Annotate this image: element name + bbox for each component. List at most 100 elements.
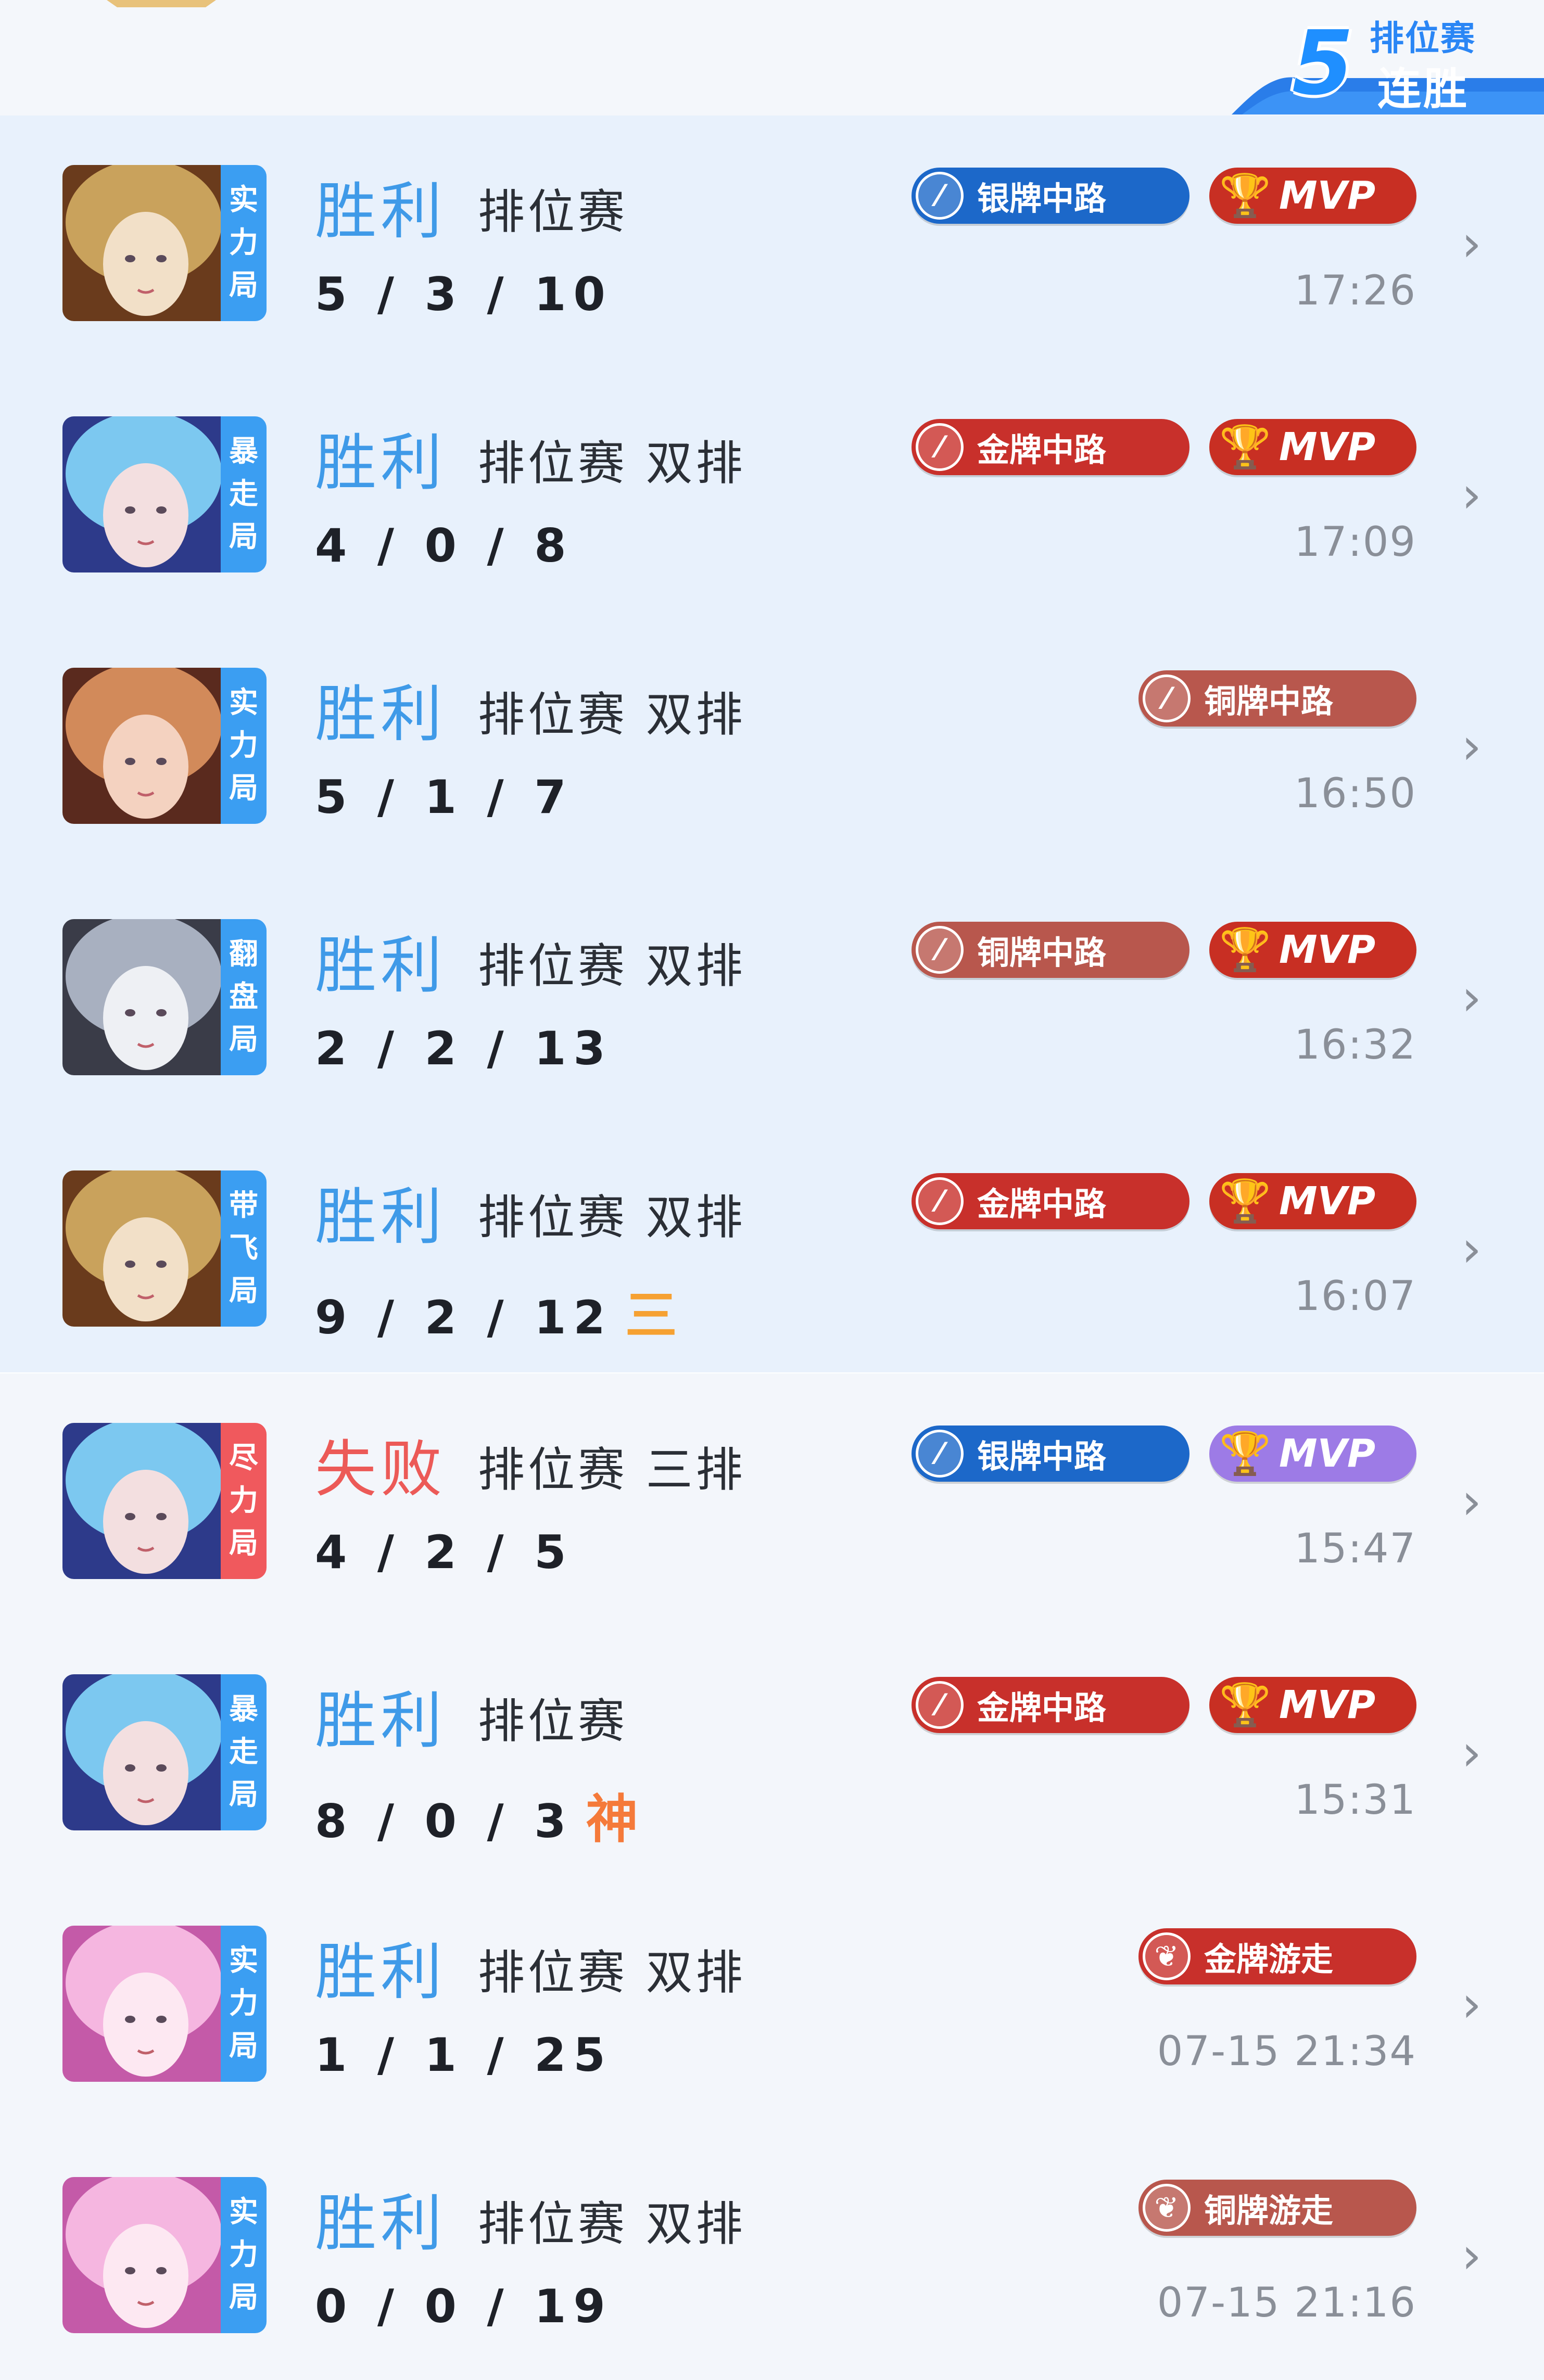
match-row[interactable]: 暴走局 胜利 排位赛 8 / 0 / 3 神 ⁄ 金牌中路 🏆 MVP 15:31 › xyxy=(0,1625,1544,1876)
match-tag-char: 局 xyxy=(229,520,258,554)
kda-value: 4 / 0 / 8 xyxy=(315,519,574,572)
match-time: 16:50 xyxy=(1294,770,1416,817)
match-tag-char: 局 xyxy=(229,1274,258,1308)
match-mode: 排位赛 双排 xyxy=(478,1945,746,2000)
hero-avatar: 实力局 xyxy=(62,2177,267,2333)
match-kda: 4 / 0 / 8 xyxy=(315,519,574,572)
match-time: 07-15 21:34 xyxy=(1157,2028,1416,2075)
match-badges: ⁄ 铜牌中路 🏆 MVP xyxy=(912,922,1416,978)
hero-portrait xyxy=(62,165,225,321)
match-badges: ⁄ 金牌中路 🏆 MVP xyxy=(912,1173,1416,1229)
match-result: 失败 xyxy=(315,1433,447,1505)
chevron-right-icon[interactable]: › xyxy=(1462,1220,1482,1278)
chevron-right-icon[interactable]: › xyxy=(1462,214,1482,273)
match-row[interactable]: 尽力局 失败 排位赛 三排 4 / 2 / 5 ⁄ 银牌中路 🏆 MVP 15:47 › xyxy=(0,1373,1544,1625)
match-kda: 8 / 0 / 3神 xyxy=(315,1777,638,1852)
chevron-right-icon[interactable]: › xyxy=(1462,466,1482,524)
chevron-right-icon[interactable]: › xyxy=(1462,1724,1482,1782)
match-tag-char: 局 xyxy=(229,1778,258,1812)
streak-label-type: 排位赛 xyxy=(1370,18,1476,58)
match-result: 胜利 xyxy=(315,930,447,1001)
lane-badge-label: 银牌中路 xyxy=(977,180,1107,218)
match-badges: ⁄ 金牌中路 🏆 MVP xyxy=(912,1677,1416,1733)
trophy-icon: 🏆 xyxy=(1219,1177,1271,1225)
match-mode: 排位赛 双排 xyxy=(478,688,746,742)
trophy-icon: 🏆 xyxy=(1219,925,1271,974)
match-tag-char: 带 xyxy=(229,1189,258,1223)
match-kda: 1 / 1 / 25 xyxy=(315,2028,613,2082)
match-badges: ⁄ 银牌中路 🏆 MVP xyxy=(912,168,1416,224)
trophy-icon: 🏆 xyxy=(1219,1681,1271,1729)
streak-label-text: 连胜 xyxy=(1377,63,1470,114)
chevron-right-icon[interactable]: › xyxy=(1462,717,1482,775)
kda-value: 4 / 2 / 5 xyxy=(315,1525,574,1579)
kda-value: 8 / 0 / 3 xyxy=(315,1794,574,1848)
lane-badge: ⁄ 银牌中路 xyxy=(912,1426,1189,1482)
mvp-badge: 🏆 MVP xyxy=(1209,1173,1416,1229)
mid-lane-icon: ⁄ xyxy=(916,172,964,220)
match-badges: ❦ 铜牌游走 xyxy=(1138,2180,1416,2236)
match-mode: 排位赛 双排 xyxy=(478,436,746,491)
match-kda: 5 / 3 / 10 xyxy=(315,268,613,321)
hero-portrait xyxy=(62,919,225,1075)
kda-badge: 三 xyxy=(625,1285,677,1346)
lane-badge-label: 金牌中路 xyxy=(977,1689,1107,1727)
match-badges: ⁄ 金牌中路 🏆 MVP xyxy=(912,419,1416,475)
kda-value: 1 / 1 / 25 xyxy=(315,2028,613,2082)
match-tag: 暴走局 xyxy=(221,416,267,572)
match-mode: 排位赛 三排 xyxy=(478,1443,746,1497)
match-tag-char: 力 xyxy=(229,2238,258,2272)
trophy-icon: 🏆 xyxy=(1219,171,1271,220)
match-kda: 9 / 2 / 12 三 xyxy=(315,1273,677,1348)
match-tag-char: 实 xyxy=(229,686,258,720)
match-result: 胜利 xyxy=(315,678,447,750)
match-row[interactable]: 实力局 胜利 排位赛 双排 0 / 0 / 19 ❦ 铜牌游走 07-15 21:16 › xyxy=(0,2128,1544,2379)
chevron-right-icon[interactable]: › xyxy=(1462,1472,1482,1531)
match-result: 胜利 xyxy=(315,1181,447,1253)
match-tag-char: 局 xyxy=(229,1023,258,1057)
mvp-badge: 🏆 MVP xyxy=(1209,419,1416,475)
match-time: 17:26 xyxy=(1294,268,1416,314)
lane-badge-label: 铜牌游走 xyxy=(1204,2192,1334,2230)
hero-avatar: 带飞局 xyxy=(62,1170,267,1327)
match-row[interactable]: 实力局 胜利 排位赛 双排 1 / 1 / 25 ❦ 金牌游走 07-15 21:34 › xyxy=(0,1876,1544,2128)
chevron-right-icon[interactable]: › xyxy=(1462,1975,1482,2033)
match-tag-char: 飞 xyxy=(229,1231,258,1265)
mvp-badge: 🏆 MVP xyxy=(1209,1426,1416,1482)
match-tag-char: 局 xyxy=(229,2281,258,2314)
match-row[interactable]: 带飞局 胜利 排位赛 双排 9 / 2 / 12 三 ⁄ 金牌中路 🏆 MVP 16:07 › xyxy=(0,1121,1544,1372)
match-badges: ⁄ 银牌中路 🏆 MVP xyxy=(912,1426,1416,1482)
match-tag-char: 实 xyxy=(229,2195,258,2229)
hero-portrait xyxy=(62,1674,225,1830)
hero-avatar: 尽力局 xyxy=(62,1423,267,1579)
kda-value: 9 / 2 / 12 xyxy=(315,1291,613,1344)
match-row[interactable]: 暴走局 胜利 排位赛 双排 4 / 0 / 8 ⁄ 金牌中路 🏆 MVP 17:09 › xyxy=(0,367,1544,618)
chevron-right-icon[interactable]: › xyxy=(1462,2226,1482,2285)
match-tag-char: 盘 xyxy=(229,980,258,1014)
match-tag-char: 力 xyxy=(229,226,258,260)
match-kda: 5 / 1 / 7 xyxy=(315,770,574,824)
match-badges: ❦ 金牌游走 xyxy=(1138,1928,1416,1984)
mvp-label: MVP xyxy=(1279,173,1376,218)
win-streak-banner: 5 排位赛 连胜 xyxy=(1221,10,1544,114)
match-row[interactable]: 实力局 胜利 排位赛 双排 5 / 1 / 7 ⁄ 铜牌中路 16:50 › xyxy=(0,618,1544,870)
match-badges: ⁄ 铜牌中路 xyxy=(1138,670,1416,727)
match-tag-char: 局 xyxy=(229,269,258,302)
mid-lane-icon: ⁄ xyxy=(916,423,964,471)
hero-portrait xyxy=(62,1926,225,2082)
hero-portrait xyxy=(62,1423,225,1579)
chevron-right-icon[interactable]: › xyxy=(1462,969,1482,1027)
match-row[interactable]: 实力局 胜利 排位赛 5 / 3 / 10 ⁄ 银牌中路 🏆 MVP 17:26 › xyxy=(0,116,1544,367)
match-row[interactable]: 翻盘局 胜利 排位赛 双排 2 / 2 / 13 ⁄ 铜牌中路 🏆 MVP 16:32 › xyxy=(0,870,1544,1121)
trophy-icon: 🏆 xyxy=(1219,423,1271,471)
lane-badge: ⁄ 铜牌中路 xyxy=(1138,670,1416,727)
mid-lane-icon: ⁄ xyxy=(916,1430,964,1478)
trophy-icon: 🏆 xyxy=(1219,1429,1271,1478)
streak-count: 5 xyxy=(1292,12,1354,115)
match-time: 15:47 xyxy=(1294,1525,1416,1572)
hero-portrait xyxy=(62,2177,225,2333)
header-bar: 5 排位赛 连胜 xyxy=(0,0,1544,116)
match-mode: 排位赛 双排 xyxy=(478,1190,746,1245)
mvp-label: MVP xyxy=(1279,425,1376,469)
match-tag-char: 力 xyxy=(229,729,258,762)
